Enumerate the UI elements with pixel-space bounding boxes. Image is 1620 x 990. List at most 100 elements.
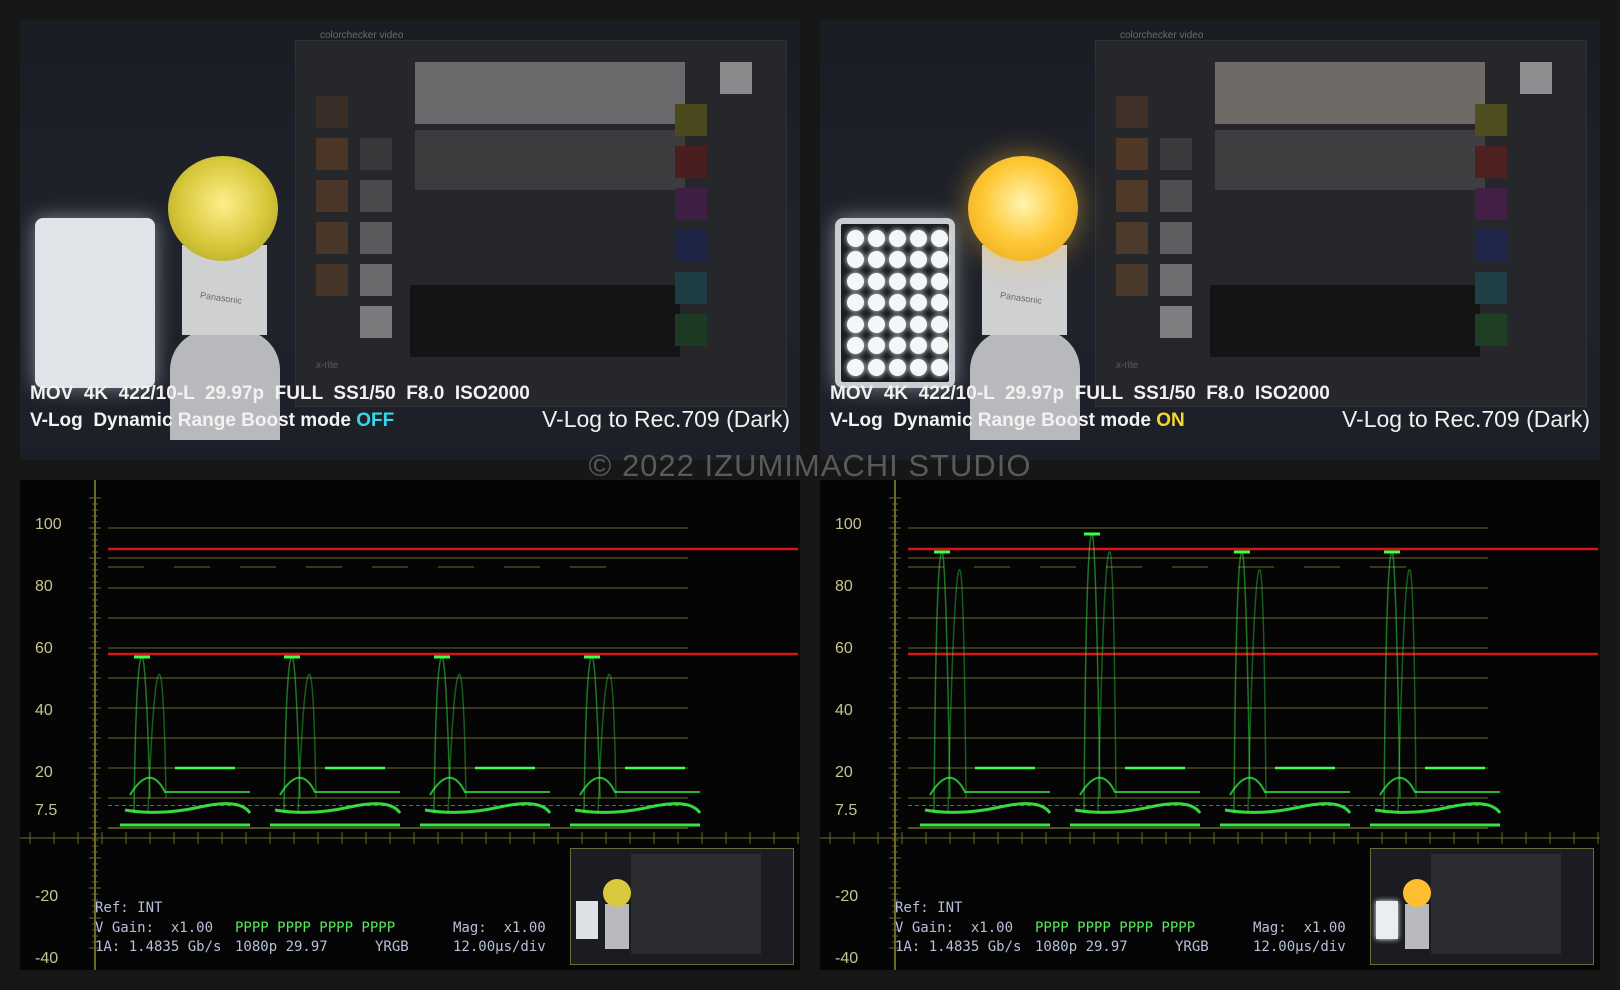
swatch [1116, 264, 1148, 296]
xrite-logo: x-rite [1116, 360, 1139, 371]
swatch [675, 230, 707, 262]
lut-caption: V-Log to Rec.709 (Dark) [541, 406, 790, 432]
mode-value: OFF [356, 410, 395, 431]
waveform-segment [920, 550, 1052, 827]
waveform-segment [270, 655, 402, 827]
y-tick-label: 100 [35, 516, 62, 533]
led-dot [868, 251, 885, 269]
led-dot [910, 337, 927, 355]
light-bulb [168, 156, 278, 261]
y-tick-label: -40 [835, 950, 859, 967]
mode-prefix: V-Log Dynamic Range Boost mode [830, 410, 1157, 431]
y-tick-label: 60 [35, 640, 53, 657]
card-brand-text: colorchecker video [320, 30, 404, 41]
y-tick-label: 7.5 [835, 802, 858, 819]
picture-thumbnail [1370, 848, 1594, 965]
led-dot [910, 358, 927, 376]
led-dot [931, 294, 948, 312]
swatch [1160, 180, 1192, 212]
ref-readout: Ref: INT [95, 900, 163, 916]
swatch [1475, 146, 1507, 178]
gray-panel [415, 130, 685, 190]
swatch [675, 272, 707, 304]
led-dot [889, 272, 906, 290]
swatch [1475, 104, 1507, 136]
lut-caption: V-Log to Rec.709 (Dark) [1341, 406, 1590, 432]
swatch [1475, 188, 1507, 220]
led-dot [868, 337, 885, 355]
waveform-spike [1083, 533, 1101, 814]
waveform-spike [433, 656, 451, 814]
swatch [675, 314, 707, 346]
waveform-segment [420, 655, 552, 827]
led-dot [868, 315, 885, 333]
y-tick-label: -40 [35, 950, 59, 967]
thumb-led [1376, 901, 1398, 939]
led-dot [868, 272, 885, 290]
white-panel [415, 62, 685, 124]
swatch [360, 138, 392, 170]
mag-readout: Mag: x1.00 [1253, 920, 1346, 936]
led-dot [931, 230, 948, 247]
y-tick-label: -20 [35, 888, 59, 905]
led-dot [847, 358, 864, 376]
led-dot [931, 272, 948, 290]
waveform-spike [447, 673, 467, 814]
led-dot [889, 230, 906, 247]
waveform-spike [1397, 569, 1417, 814]
led-dot [847, 251, 864, 269]
timebase-readout: 12.00µs/div [453, 939, 546, 955]
swatch [316, 264, 348, 296]
xrite-logo: x-rite [316, 360, 339, 371]
swatch [675, 146, 707, 178]
vgain-readout: V Gain: x1.00 [895, 920, 1014, 936]
pattern-readout: PPPP PPPP PPPP PPPP [1035, 920, 1196, 936]
swatch [675, 188, 707, 220]
copyright-watermark: © 2022 IZUMIMACHI STUDIO [588, 448, 1032, 483]
swatch [1160, 222, 1192, 254]
swatch [1116, 96, 1148, 128]
mode-readout: YRGB [1175, 939, 1209, 955]
waveform-spike [583, 656, 601, 814]
picture-thumbnail [570, 848, 794, 965]
mode-line: V-Log Dynamic Range Boost mode OFF [30, 410, 394, 432]
led-dot [889, 294, 906, 312]
waveform-spike [933, 551, 951, 814]
waveform-spike [283, 656, 301, 814]
white-panel [1215, 62, 1485, 124]
swatch [316, 222, 348, 254]
black-panel [1210, 285, 1480, 357]
thumb-led [576, 901, 598, 939]
led-dot [910, 294, 927, 312]
settings-line: MOV 4K 422/10-L 29.97p FULL SS1/50 F8.0 … [30, 383, 530, 404]
led-dot [868, 358, 885, 376]
y-tick-label: -20 [835, 888, 859, 905]
led-dot [847, 272, 864, 290]
waveform-spike [147, 673, 167, 814]
waveform-segment [1370, 550, 1502, 827]
black-panel [410, 285, 680, 357]
waveform-spike [1233, 551, 1251, 814]
thumb-bulb [1403, 879, 1431, 907]
y-tick-label: 40 [35, 702, 53, 719]
light-bulb [968, 156, 1078, 261]
waveform-scope-on: 100 80 60 40 20 7.5 -20 -40 Ref: INT V G… [820, 480, 1600, 970]
led-dot [910, 315, 927, 333]
led-dot [889, 337, 906, 355]
waveform-spike [1383, 551, 1401, 814]
led-dot [847, 337, 864, 355]
swatch [675, 104, 707, 136]
led-dot [931, 358, 948, 376]
led-dot [910, 272, 927, 290]
swatch [720, 62, 752, 94]
led-dot [889, 358, 906, 376]
y-tick-label: 20 [35, 764, 53, 781]
waveform-spike [133, 656, 151, 814]
mode-line: V-Log Dynamic Range Boost mode ON [830, 410, 1185, 432]
card-brand-text: colorchecker video [1120, 30, 1204, 41]
led-dot [889, 251, 906, 269]
swatch [360, 180, 392, 212]
vgain-readout: V Gain: x1.00 [95, 920, 214, 936]
swatch [316, 96, 348, 128]
photo-panel-off: colorchecker video x-rite Panasonic MOV … [20, 20, 800, 460]
